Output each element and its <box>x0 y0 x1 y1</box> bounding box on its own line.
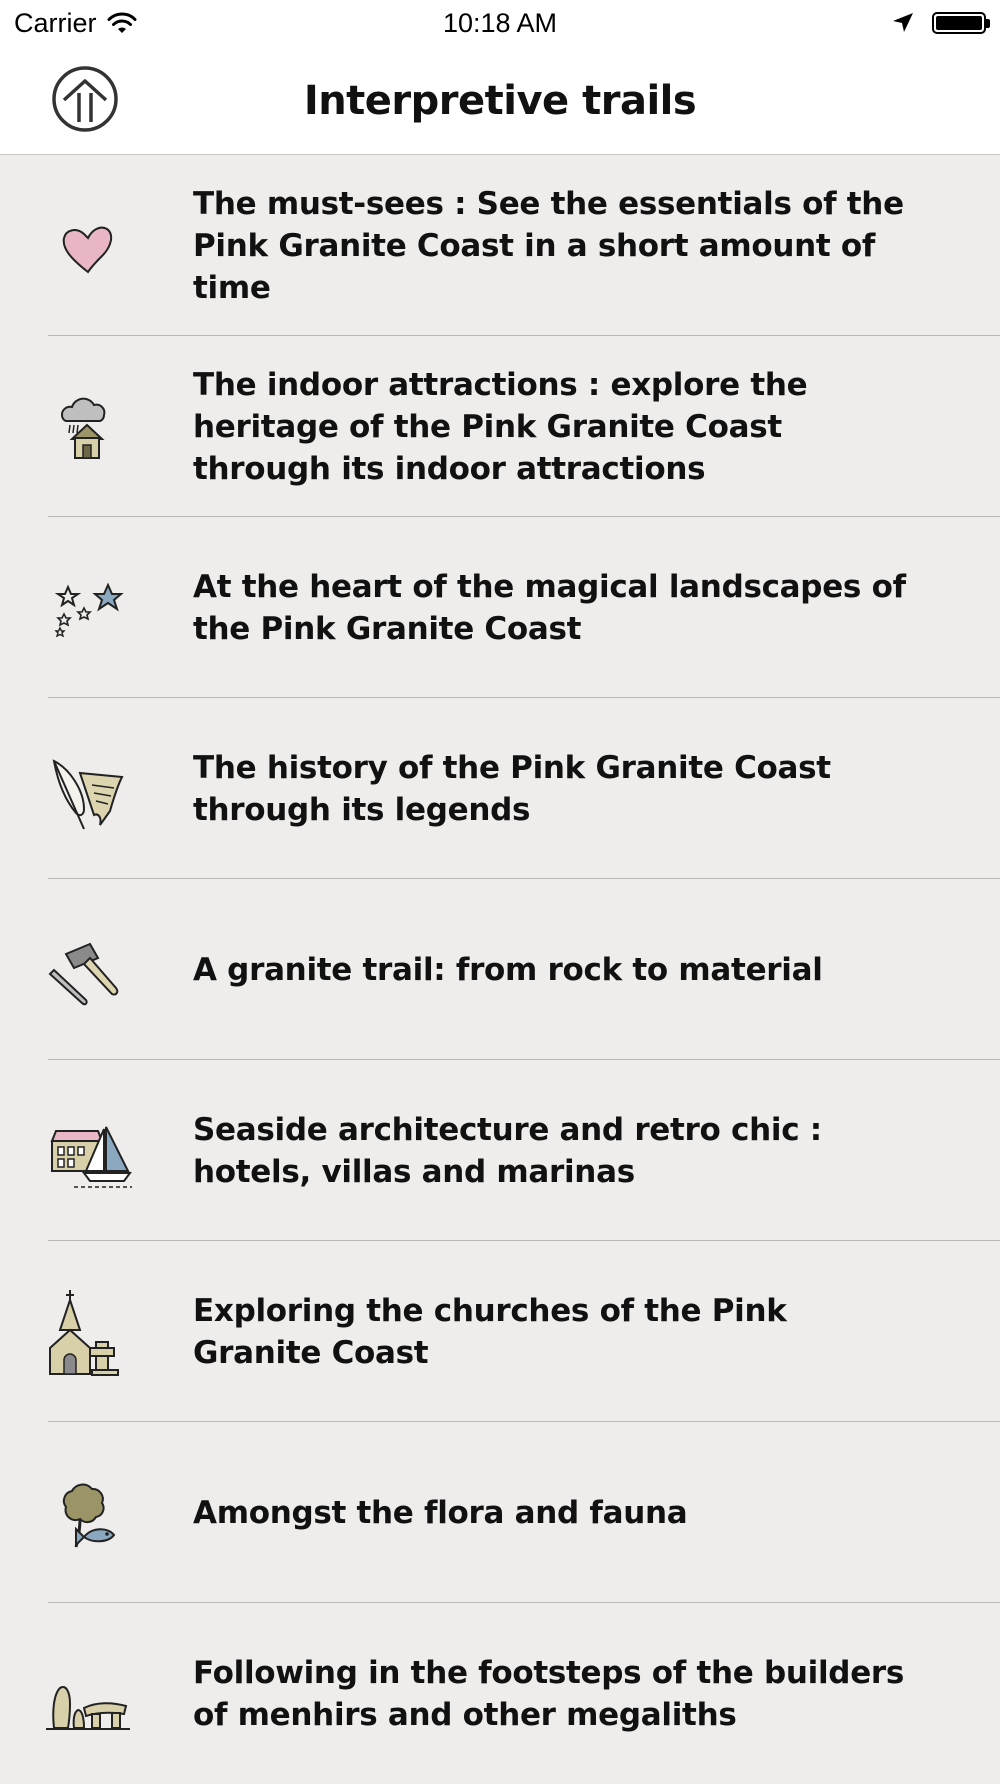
trail-label: Following in the footsteps of the builde… <box>193 1654 905 1733</box>
status-bar: Carrier 10:18 AM <box>0 0 1000 52</box>
menhir-dolmen-icon <box>46 1686 130 1730</box>
battery-fill <box>936 16 982 30</box>
trail-label: The indoor attractions : explore the her… <box>193 366 808 487</box>
status-time: 10:18 AM <box>442 8 558 38</box>
trail-label: Exploring the churches of the Pink Grani… <box>193 1292 787 1371</box>
page-title: Interpretive trails <box>303 78 697 124</box>
location-arrow-icon <box>893 13 913 32</box>
hotel-sailboat-icon <box>50 1126 132 1188</box>
trail-item-magical-landscapes[interactable]: At the heart of the magical landscapes o… <box>0 517 1000 698</box>
trail-item-legends[interactable]: The history of the Pink Granite Coast th… <box>0 698 1000 879</box>
trail-item-indoor-attractions[interactable]: The indoor attractions : explore the her… <box>0 336 1000 517</box>
trail-label: Seaside architecture and retro chic : ho… <box>193 1111 822 1190</box>
trail-item-flora-fauna[interactable]: Amongst the flora and fauna <box>0 1422 1000 1603</box>
trail-label: Amongst the flora and fauna <box>193 1494 688 1531</box>
trail-item-megaliths[interactable]: Following in the footsteps of the builde… <box>0 1603 1000 1784</box>
quill-scroll-icon <box>52 759 124 830</box>
trail-label: The must-sees : See the essentials of th… <box>193 185 904 306</box>
trail-label: The history of the Pink Granite Coast th… <box>193 749 831 828</box>
trail-item-seaside-architecture[interactable]: Seaside architecture and retro chic : ho… <box>0 1060 1000 1241</box>
hammer-chisel-icon <box>48 942 119 1006</box>
rain-house-icon <box>61 397 106 459</box>
trail-item-granite-trail[interactable]: A granite trail: from rock to material <box>0 879 1000 1060</box>
heart-icon <box>62 226 113 274</box>
battery-icon <box>932 12 990 34</box>
trail-label: A granite trail: from rock to material <box>193 951 823 988</box>
trail-list: The must-sees : See the essentials of th… <box>0 155 1000 1784</box>
church-cross-icon <box>49 1290 119 1376</box>
trail-label: At the heart of the magical landscapes o… <box>193 568 906 647</box>
trail-item-must-sees[interactable]: The must-sees : See the essentials of th… <box>0 155 1000 336</box>
tree-fish-icon <box>62 1483 116 1548</box>
stars-icon <box>54 582 124 638</box>
nav-bar: Interpretive trails <box>0 52 1000 155</box>
status-right <box>890 10 990 36</box>
trail-item-churches[interactable]: Exploring the churches of the Pink Grani… <box>0 1241 1000 1422</box>
